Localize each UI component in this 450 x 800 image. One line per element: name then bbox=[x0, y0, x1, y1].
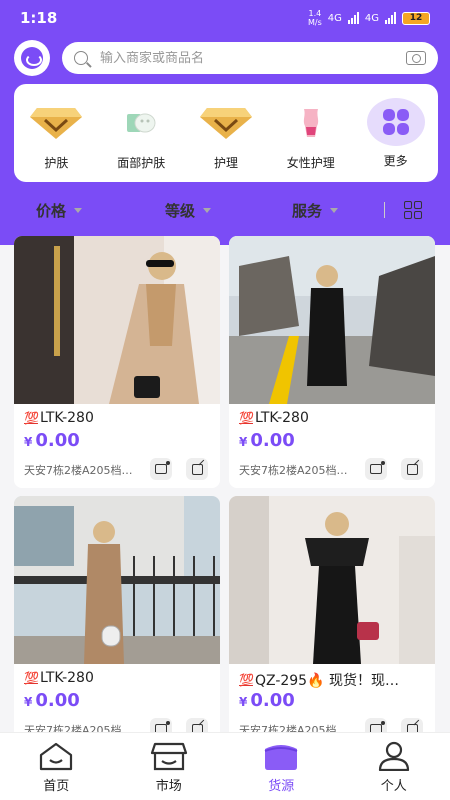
diamond-icon bbox=[197, 98, 255, 148]
tab-label: 市场 bbox=[155, 779, 182, 794]
home-icon bbox=[40, 742, 73, 771]
share-icon bbox=[191, 463, 203, 475]
status-time: 1:18 bbox=[20, 9, 58, 27]
shop-name: 天安7栋2楼A205档… bbox=[239, 464, 348, 477]
product-price: ¥ 0.00 bbox=[239, 430, 295, 451]
product-card[interactable]: 💯 QZ-295🔥 现货！现… ¥ 0.00 天安7栋2楼A205档… bbox=[229, 496, 435, 732]
product-card[interactable]: 💯 LTK-280 ¥ 0.00 天安7栋2楼A205档… bbox=[14, 236, 220, 488]
image-icon bbox=[370, 461, 385, 474]
search-row bbox=[14, 40, 438, 76]
hundred-badge-icon: 💯 bbox=[239, 673, 254, 687]
image-button[interactable] bbox=[365, 458, 387, 480]
image-icon bbox=[155, 721, 170, 732]
hundred-badge-icon: 💯 bbox=[239, 411, 254, 425]
category-facial-care[interactable]: 面部护肤 bbox=[99, 98, 184, 171]
filter-price[interactable]: 价格 bbox=[36, 200, 83, 221]
status-bar: 1:18 1.4 M/s 4G 4G 12 bbox=[0, 0, 450, 36]
product-image[interactable] bbox=[229, 236, 435, 404]
category-label: 护肤 bbox=[44, 156, 69, 170]
divider bbox=[384, 202, 385, 218]
shop-name: 天安7栋2楼A205档… bbox=[239, 724, 348, 732]
search-bar[interactable] bbox=[62, 42, 438, 74]
signal-icon bbox=[347, 12, 359, 24]
share-button[interactable] bbox=[401, 458, 423, 480]
filter-bar: 价格 等级 服务 bbox=[0, 190, 450, 230]
product-price: ¥ 0.00 bbox=[24, 430, 80, 451]
face-mask-icon bbox=[112, 98, 170, 148]
tab-home[interactable]: 首页 bbox=[0, 733, 113, 800]
image-button[interactable] bbox=[150, 718, 172, 732]
product-title: 💯 LTK-280 bbox=[24, 670, 94, 686]
share-button[interactable] bbox=[186, 458, 208, 480]
tab-label: 首页 bbox=[43, 779, 70, 794]
network-type-2: 4G bbox=[364, 12, 379, 24]
category-more[interactable]: 更多 bbox=[353, 98, 438, 169]
product-title: 💯 LTK-280 bbox=[24, 410, 94, 426]
tab-label: 个人 bbox=[380, 779, 407, 794]
chevron-down-icon bbox=[330, 208, 339, 213]
category-card: 护肤 面部护肤 护理 女性护理 更多 bbox=[14, 84, 438, 182]
product-card[interactable]: 💯 LTK-280 ¥ 0.00 天安7栋2楼A205档… bbox=[229, 236, 435, 488]
network-type-1: 4G bbox=[327, 12, 342, 24]
filter-label: 价格 bbox=[36, 202, 67, 220]
tab-profile[interactable]: 个人 bbox=[338, 733, 450, 800]
grid-more-icon bbox=[366, 98, 425, 146]
category-label: 更多 bbox=[383, 154, 408, 168]
product-title: 💯 LTK-280 bbox=[239, 410, 309, 426]
tab-market[interactable]: 市场 bbox=[113, 733, 226, 800]
share-icon bbox=[406, 463, 418, 475]
store-icon bbox=[150, 742, 187, 771]
category-care[interactable]: 护理 bbox=[184, 98, 269, 171]
product-grid: 💯 LTK-280 ¥ 0.00 天安7栋2楼A205档… 💯 LTK-280 … bbox=[0, 236, 450, 732]
chevron-down-icon bbox=[203, 208, 212, 213]
category-feminine-care[interactable]: 女性护理 bbox=[268, 98, 353, 171]
product-image[interactable] bbox=[14, 236, 220, 404]
category-label: 女性护理 bbox=[286, 156, 335, 170]
grid-view-icon[interactable] bbox=[404, 201, 422, 219]
tab-source[interactable]: 货源 bbox=[225, 733, 338, 800]
filter-service[interactable]: 服务 bbox=[292, 200, 339, 221]
search-icon bbox=[74, 51, 88, 65]
filter-level[interactable]: 等级 bbox=[165, 200, 212, 221]
category-label: 护理 bbox=[213, 156, 238, 170]
product-image[interactable] bbox=[229, 496, 435, 664]
hundred-badge-icon: 💯 bbox=[24, 671, 39, 685]
search-input[interactable] bbox=[100, 50, 406, 66]
share-button[interactable] bbox=[186, 718, 208, 732]
chevron-down-icon bbox=[74, 208, 83, 213]
product-title: 💯 QZ-295🔥 现货！现… bbox=[239, 673, 399, 689]
network-speed: 1.4 M/s bbox=[307, 9, 322, 27]
share-button[interactable] bbox=[401, 718, 423, 732]
tab-label: 货源 bbox=[268, 779, 295, 794]
hundred-badge-icon: 💯 bbox=[24, 411, 39, 425]
shop-name: 天安7栋2楼A205档… bbox=[24, 724, 133, 732]
box-icon bbox=[264, 745, 298, 770]
share-icon bbox=[191, 723, 203, 732]
status-indicators: 1.4 M/s 4G 4G 12 bbox=[308, 9, 430, 27]
bottom-tab-bar: 首页 市场 货源 个人 bbox=[0, 732, 450, 800]
category-label: 面部护肤 bbox=[117, 156, 166, 170]
signal-icon-2 bbox=[385, 12, 396, 24]
shop-name: 天安7栋2楼A205档… bbox=[24, 464, 133, 477]
filter-label: 服务 bbox=[292, 202, 323, 220]
body-icon bbox=[282, 98, 340, 148]
image-button[interactable] bbox=[150, 458, 172, 480]
person-icon bbox=[378, 741, 409, 771]
diamond-icon bbox=[27, 98, 85, 148]
filter-label: 等级 bbox=[165, 202, 196, 220]
image-icon bbox=[155, 461, 170, 474]
share-icon bbox=[406, 723, 418, 732]
app-logo-icon[interactable] bbox=[14, 40, 50, 76]
product-image[interactable] bbox=[14, 496, 220, 664]
camera-icon[interactable] bbox=[406, 51, 426, 65]
image-button[interactable] bbox=[365, 718, 387, 732]
product-card[interactable]: 💯 LTK-280 ¥ 0.00 天安7栋2楼A205档… bbox=[14, 496, 220, 732]
product-price: ¥ 0.00 bbox=[239, 690, 295, 711]
battery-icon: 12 bbox=[402, 11, 430, 25]
image-icon bbox=[370, 721, 385, 732]
category-skincare[interactable]: 护肤 bbox=[14, 98, 99, 171]
product-price: ¥ 0.00 bbox=[24, 690, 80, 711]
